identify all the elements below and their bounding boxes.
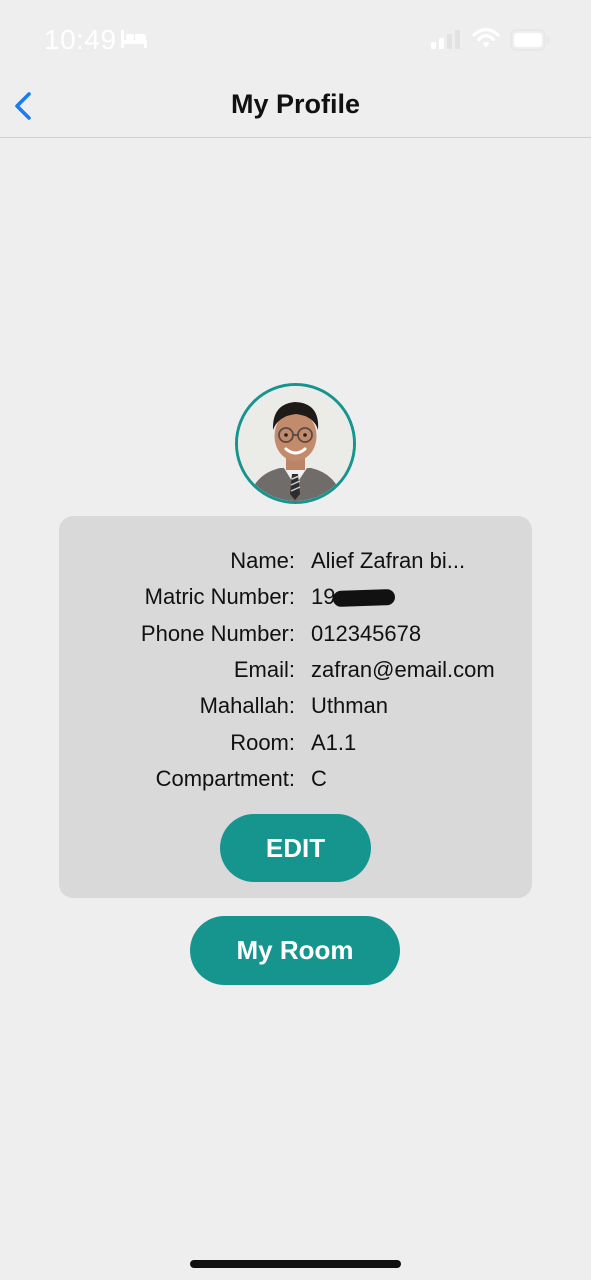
- status-bar: 10:49: [0, 0, 591, 80]
- bed-icon: [120, 28, 148, 55]
- nav-bar: My Profile: [0, 80, 591, 138]
- room-value: A1.1: [311, 730, 357, 755]
- email-value: zafran@email.com: [311, 657, 495, 682]
- home-indicator: [190, 1260, 401, 1268]
- profile-photo: [238, 386, 353, 501]
- matric-number-label: Matric Number:: [144, 584, 295, 609]
- avatar: [235, 383, 356, 504]
- room-row: Room: A1.1: [59, 730, 532, 760]
- compartment-value: C: [311, 766, 327, 791]
- redaction-mark: [333, 589, 396, 608]
- name-row: Name: Alief Zafran bi...: [59, 548, 532, 578]
- mahallah-row: Mahallah: Uthman: [59, 693, 532, 723]
- status-time: 10:49: [44, 24, 117, 55]
- email-label: Email:: [233, 657, 295, 682]
- battery-icon: [510, 29, 550, 56]
- matric-number-value: 19: [311, 584, 396, 610]
- email-row: Email: zafran@email.com: [59, 657, 532, 687]
- name-value: Alief Zafran bi...: [311, 548, 466, 573]
- matric-number-row: Matric Number: 19: [59, 584, 532, 614]
- matric-number-text: 19: [311, 584, 336, 609]
- phone-number-row: Phone Number: 012345678: [59, 621, 532, 651]
- my-room-button[interactable]: My Room: [190, 916, 400, 985]
- compartment-row: Compartment: C: [59, 766, 532, 796]
- room-label: Room:: [230, 730, 295, 755]
- mahallah-value: Uthman: [311, 693, 389, 718]
- signal-icon: [430, 30, 462, 55]
- compartment-label: Compartment:: [155, 766, 295, 791]
- edit-button[interactable]: EDIT: [220, 814, 371, 882]
- phone-number-value: 012345678: [311, 621, 422, 646]
- name-label: Name:: [230, 548, 295, 573]
- wifi-icon: [472, 27, 500, 54]
- mahallah-label: Mahallah:: [199, 693, 295, 718]
- page-title: My Profile: [230, 89, 361, 119]
- phone-number-label: Phone Number:: [140, 621, 295, 646]
